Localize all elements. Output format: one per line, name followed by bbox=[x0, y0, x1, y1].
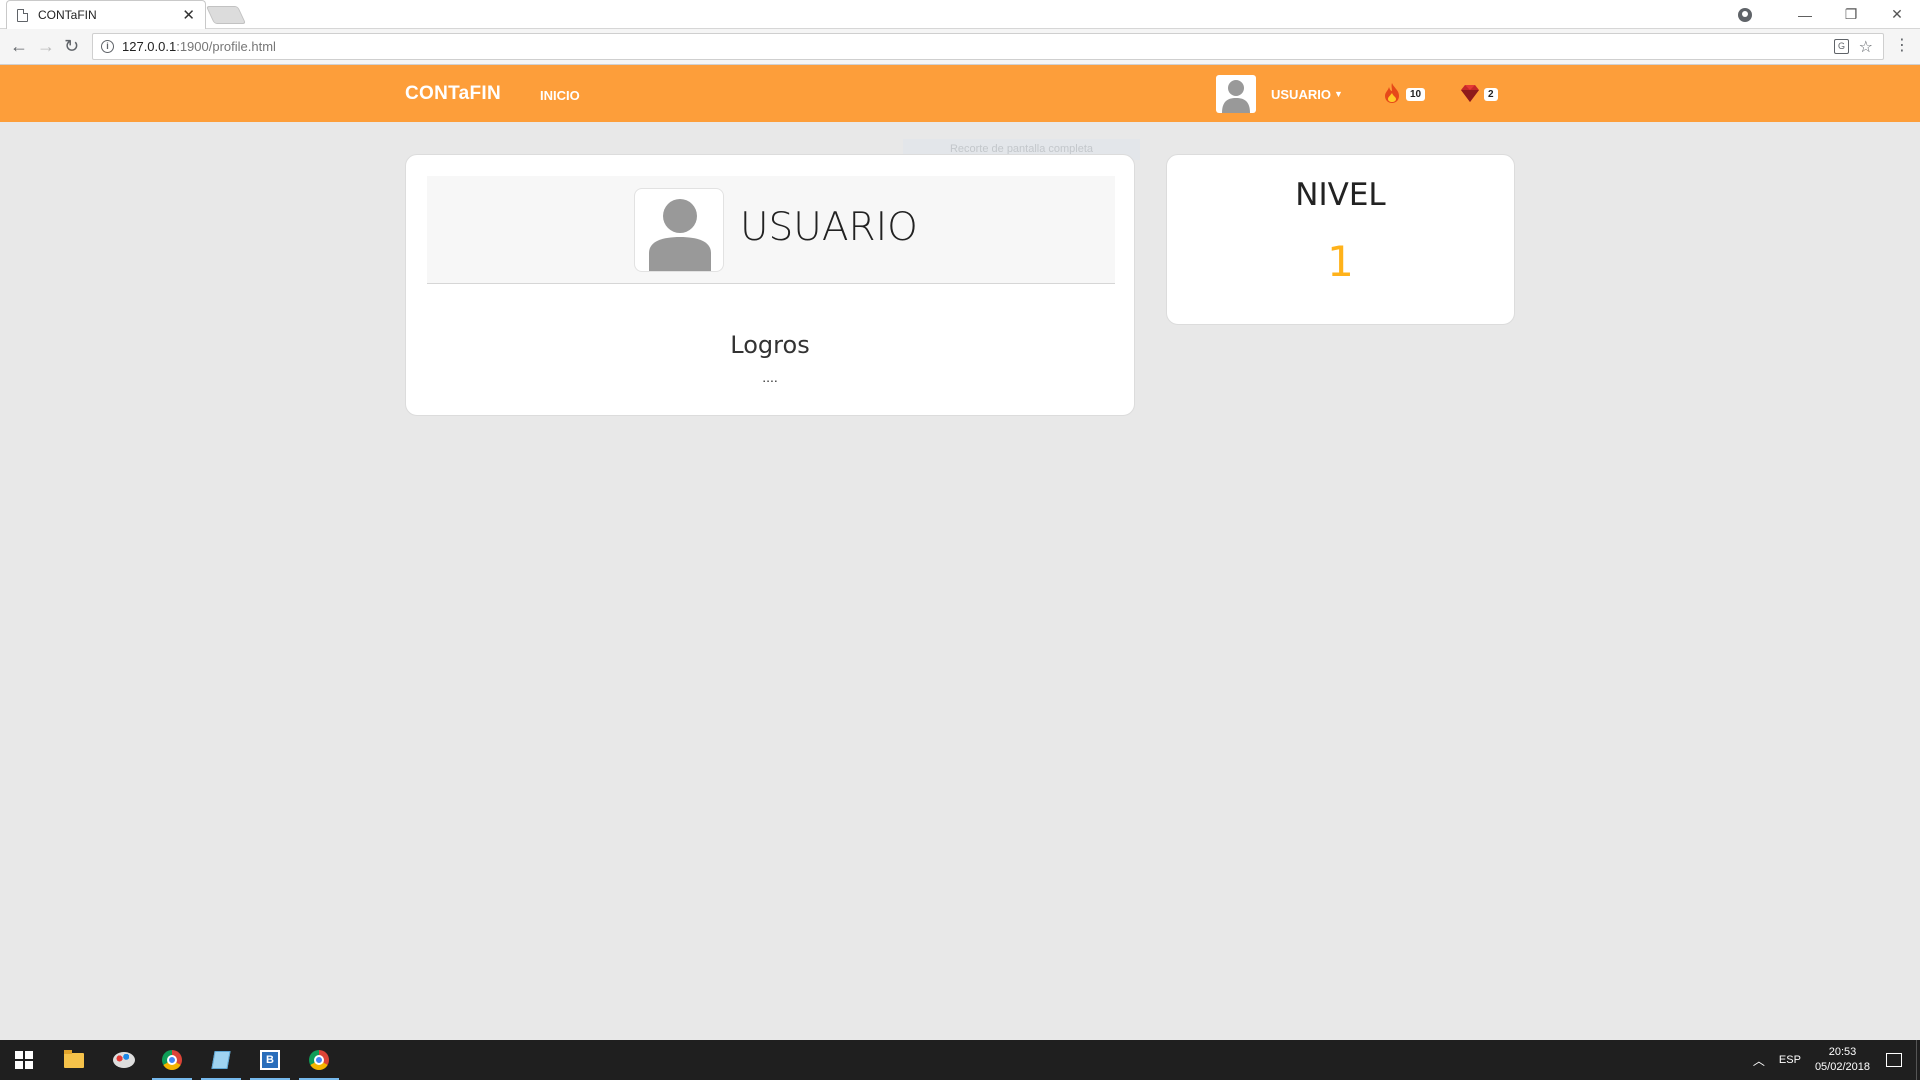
level-value: 1 bbox=[1327, 237, 1354, 286]
chrome-icon bbox=[309, 1050, 329, 1070]
bookmark-star-icon[interactable]: ☆ bbox=[1859, 37, 1873, 57]
notes-app-button[interactable] bbox=[197, 1040, 245, 1080]
windows-logo-icon bbox=[15, 1051, 33, 1069]
url-host: 127.0.0.1 bbox=[122, 39, 177, 54]
restore-button[interactable]: ❐ bbox=[1828, 6, 1874, 23]
page-icon bbox=[17, 8, 28, 22]
user-dropdown-label: USUARIO bbox=[1271, 87, 1331, 102]
notes-icon bbox=[211, 1051, 231, 1069]
level-card: NIVEL 1 bbox=[1166, 154, 1515, 325]
browser-tab[interactable]: CONTaFIN ✕ bbox=[6, 0, 206, 29]
notification-icon[interactable] bbox=[1886, 1053, 1902, 1067]
system-tray: ︿ ESP 20:53 05/02/2018 bbox=[1753, 1040, 1920, 1080]
fire-icon bbox=[1385, 83, 1399, 103]
reload-icon[interactable]: ↻ bbox=[64, 37, 79, 55]
minimize-button[interactable]: — bbox=[1782, 7, 1828, 23]
gem-count-badge: 2 bbox=[1484, 88, 1498, 101]
clock[interactable]: 20:53 05/02/2018 bbox=[1815, 1045, 1870, 1075]
browser-titlebar: CONTaFIN ✕ — ❐ ✕ bbox=[0, 0, 1920, 29]
tab-close-button[interactable]: ✕ bbox=[182, 6, 195, 24]
language-indicator[interactable]: ESP bbox=[1779, 1054, 1801, 1066]
nav-avatar[interactable] bbox=[1216, 75, 1256, 113]
info-icon[interactable]: i bbox=[101, 40, 114, 53]
achievements-content: .... bbox=[762, 369, 778, 385]
os-taskbar: B ︿ ESP 20:53 05/02/2018 bbox=[0, 1040, 1920, 1080]
clock-date: 05/02/2018 bbox=[1814, 1061, 1870, 1073]
streak-count-badge: 10 bbox=[1406, 88, 1426, 101]
chrome-app-button-2[interactable] bbox=[295, 1040, 343, 1080]
app-navbar: CONTaFIN INICIO USUARIO ▼ 10 2 bbox=[0, 65, 1920, 122]
chevron-up-icon[interactable]: ︿ bbox=[1753, 1052, 1765, 1069]
brand-logo[interactable]: CONTaFIN bbox=[405, 83, 501, 105]
folder-icon bbox=[64, 1049, 84, 1068]
user-dropdown[interactable]: USUARIO ▼ bbox=[1271, 87, 1343, 102]
translate-icon[interactable]: G bbox=[1834, 39, 1849, 54]
achievements-title: Logros bbox=[730, 331, 810, 359]
window-controls: — ❐ ✕ bbox=[1738, 0, 1920, 29]
back-arrow-icon[interactable]: ← bbox=[10, 37, 28, 55]
user-silhouette-icon bbox=[649, 199, 711, 271]
gem-icon bbox=[1461, 85, 1479, 102]
address-bar[interactable]: i 127.0.0.1 :1900/profile.html G ☆ bbox=[92, 33, 1884, 60]
editor-app-button[interactable]: B bbox=[246, 1040, 294, 1080]
profile-avatar bbox=[634, 188, 724, 272]
streak-stat[interactable]: 10 bbox=[1380, 81, 1426, 105]
gems-stat[interactable]: 2 bbox=[1458, 81, 1498, 105]
forward-arrow-icon[interactable]: → bbox=[37, 37, 55, 55]
profile-username: USUARIO bbox=[740, 205, 918, 250]
caret-down-icon: ▼ bbox=[1333, 89, 1343, 99]
tab-title: CONTaFIN bbox=[38, 8, 97, 22]
level-label: NIVEL bbox=[1295, 177, 1386, 213]
new-tab-button[interactable] bbox=[205, 6, 247, 24]
close-window-button[interactable]: ✕ bbox=[1874, 6, 1920, 23]
editor-icon: B bbox=[260, 1050, 280, 1070]
show-desktop-button[interactable] bbox=[1916, 1040, 1920, 1080]
account-icon[interactable] bbox=[1738, 7, 1752, 22]
clock-time: 20:53 bbox=[1828, 1046, 1857, 1058]
start-button[interactable] bbox=[0, 1040, 48, 1080]
nav-link-inicio[interactable]: INICIO bbox=[540, 88, 580, 103]
chrome-icon bbox=[162, 1050, 182, 1070]
browser-menu-icon[interactable]: ⋮ bbox=[1894, 38, 1910, 54]
paint-app-button[interactable] bbox=[100, 1040, 148, 1080]
url-path: :1900/profile.html bbox=[176, 39, 276, 54]
file-explorer-button[interactable] bbox=[50, 1040, 98, 1080]
user-silhouette-icon bbox=[1222, 80, 1250, 113]
profile-card: USUARIO Logros .... bbox=[405, 154, 1135, 416]
chrome-app-button[interactable] bbox=[148, 1040, 196, 1080]
paint-palette-icon bbox=[113, 1052, 135, 1068]
browser-toolbar: ← → ↻ i 127.0.0.1 :1900/profile.html G ☆… bbox=[0, 29, 1920, 65]
profile-header: USUARIO bbox=[427, 176, 1115, 284]
